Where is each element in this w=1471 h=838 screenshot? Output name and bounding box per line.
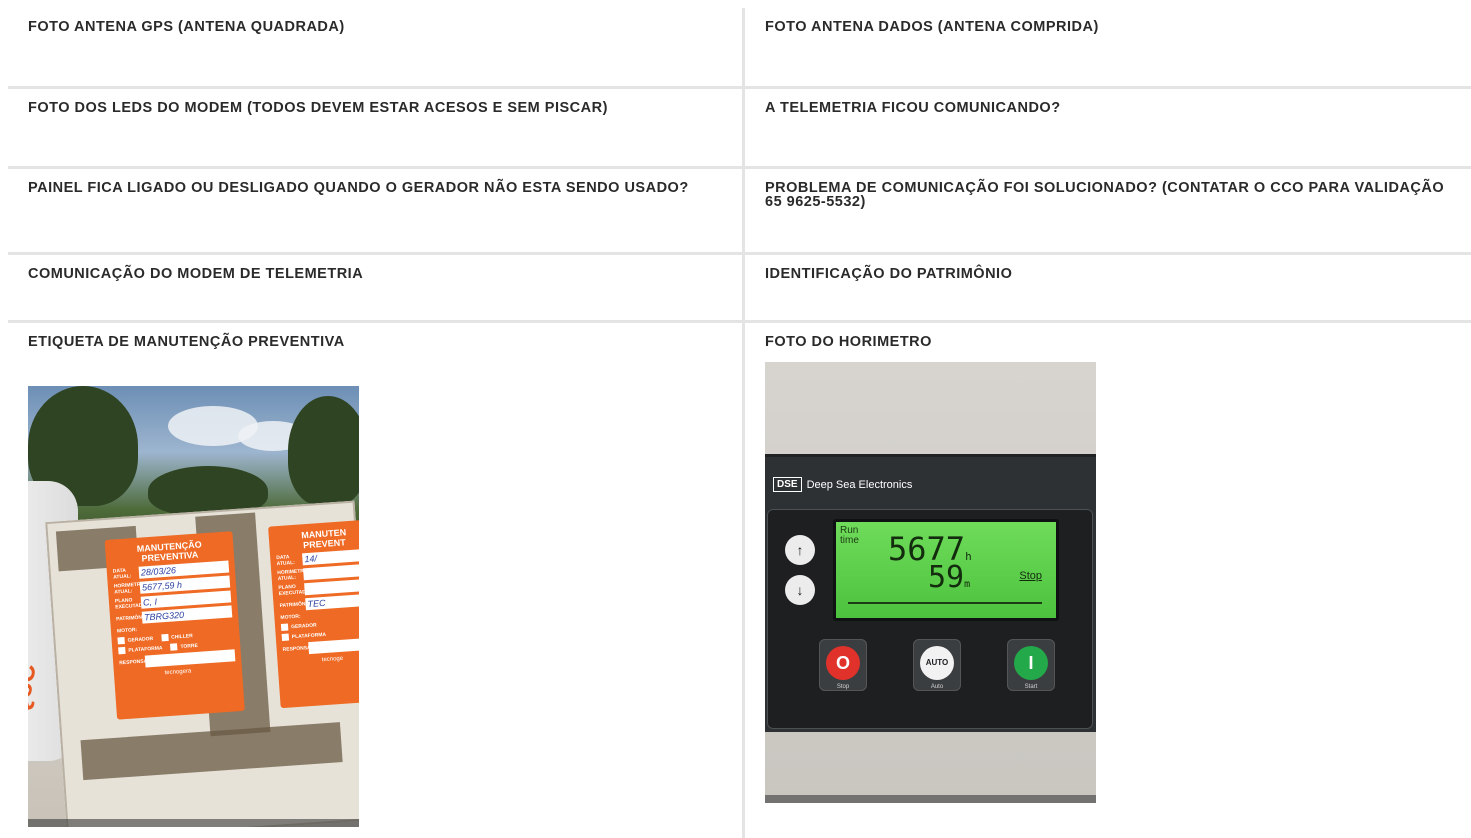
check-box <box>117 636 125 645</box>
sticker-key: DATA ATUAL: <box>276 554 296 568</box>
dse-logo-box: DSE <box>773 477 802 492</box>
sticker-value: TEC <box>305 593 359 611</box>
field-label: COMUNICAÇÃO DO MODEM DE TELEMETRIA <box>28 266 364 282</box>
arrow-up-icon: ↑ <box>785 535 815 565</box>
sticker-key: PLANO EXECUTADO: <box>114 597 149 611</box>
sticker-key: HORIMETRO ATUAL: <box>113 581 145 596</box>
check-box <box>281 633 290 641</box>
hour-meter-photo[interactable]: DSE Deep Sea Electronics ↑ ↓ Run time 56… <box>765 362 1096 803</box>
auto-icon: AUTO <box>920 646 954 680</box>
sticker-key: RESPONSÁVEL: <box>119 657 159 667</box>
photo-caption-strip <box>765 795 1096 803</box>
photo-caption-strip <box>28 819 359 827</box>
check-box <box>280 623 289 631</box>
sticker-key: PLATAFORMA <box>128 644 163 654</box>
lcd-label-line: time <box>840 535 859 546</box>
field-label: PAINEL FICA LIGADO OU DESLIGADO QUANDO O… <box>28 180 689 196</box>
lcd-label: Run time <box>840 526 859 546</box>
sticker-key: DATA ATUAL: <box>112 567 132 581</box>
maintenance-sticker: MANUTENÇÃO PREVENTIVA DATA ATUAL: 28/03/… <box>104 531 245 720</box>
field-label: FOTO ANTENA DADOS (ANTENA COMPRIDA) <box>765 19 1099 35</box>
stop-label: Stop <box>836 684 850 690</box>
sticker-key: TORRE <box>180 642 199 650</box>
field-label: FOTO ANTENA GPS (ANTENA QUADRADA) <box>28 19 345 35</box>
field-identificacao-patrimonio: IDENTIFICAÇÃO DO PATRIMÔNIO <box>745 255 1471 320</box>
sticker-key: PLANO EXECUTADO: <box>278 583 312 598</box>
field-painel-ligado: PAINEL FICA LIGADO OU DESLIGADO QUANDO O… <box>8 169 742 252</box>
sticker-value: 14/ <box>302 548 359 566</box>
field-antena-dados: FOTO ANTENA DADOS (ANTENA COMPRIDA) <box>745 8 1471 86</box>
glue-stain <box>80 722 343 781</box>
field-antena-gps: FOTO ANTENA GPS (ANTENA QUADRADA) <box>8 8 742 86</box>
start-label: Start <box>1024 684 1038 690</box>
minutes-unit: m <box>964 579 971 590</box>
field-comunicacao-modem: COMUNICAÇÃO DO MODEM DE TELEMETRIA <box>8 255 742 320</box>
field-etiqueta-manutencao: ETIQUETA DE MANUTENÇÃO PREVENTIVA EQ8C M… <box>8 323 742 838</box>
auto-button: AUTO Auto <box>913 639 961 691</box>
generator-controller: DSE Deep Sea Electronics ↑ ↓ Run time 56… <box>765 454 1096 732</box>
sticker-value <box>303 563 359 581</box>
check-box <box>160 633 169 642</box>
lcd-minutes: 59m <box>928 560 970 595</box>
stop-icon: O <box>826 646 860 680</box>
tree-shape <box>288 396 359 506</box>
maintenance-label-photo[interactable]: EQ8C MANUTENÇÃO PREVENTIVA DATA ATUAL: 2… <box>28 386 359 827</box>
check-box <box>118 646 126 655</box>
lcd-display: Run time 5677h 59m Stop <box>833 519 1059 621</box>
sticker-value <box>304 578 359 596</box>
sticker-key: PLATAFORMA <box>291 631 327 640</box>
maintenance-sticker: MANUTEN PREVENT DATA ATUAL: 14/ HORIMETR… <box>268 518 359 709</box>
field-label: FOTO DOS LEDS DO MODEM (TODOS DEVEM ESTA… <box>28 100 608 116</box>
field-problema-comunicacao: PROBLEMA DE COMUNICAÇÃO FOI SOLUCIONADO?… <box>745 169 1471 252</box>
sticker-key: RESPONSÁVEL: <box>282 644 323 653</box>
sticker-key: MOTOR: <box>280 613 301 622</box>
sticker-key: GERADOR <box>290 622 317 630</box>
lcd-circuit-line <box>848 602 1042 604</box>
field-label: ETIQUETA DE MANUTENÇÃO PREVENTIVA <box>28 334 345 350</box>
sticker-value <box>144 649 236 668</box>
controller-face: ↑ ↓ Run time 5677h 59m Stop O Stop AUTO … <box>767 509 1093 729</box>
lcd-stop-text: Stop <box>1019 570 1042 582</box>
start-button: I Start <box>1007 639 1055 691</box>
field-label: IDENTIFICAÇÃO DO PATRIMÔNIO <box>765 266 1013 282</box>
panel-board: MANUTENÇÃO PREVENTIVA DATA ATUAL: 28/03/… <box>45 500 359 827</box>
check-box <box>170 643 178 651</box>
sticker-key: MOTOR: <box>116 627 138 635</box>
auto-label: Auto <box>930 684 944 690</box>
field-label: PROBLEMA DE COMUNICAÇÃO FOI SOLUCIONADO?… <box>765 180 1445 210</box>
field-foto-horimetro: FOTO DO HORIMETRO DSE Deep Sea Electroni… <box>745 323 1471 838</box>
sticker-key: GERADOR <box>127 635 154 644</box>
stop-button: O Stop <box>819 639 867 691</box>
start-icon: I <box>1014 646 1048 680</box>
dse-logo: DSE Deep Sea Electronics <box>773 477 912 492</box>
field-label: A TELEMETRIA FICOU COMUNICANDO? <box>765 100 1061 116</box>
field-label: FOTO DO HORIMETRO <box>765 334 932 350</box>
minutes-value: 59 <box>928 560 965 595</box>
car-text: EQ8C <box>28 661 42 737</box>
field-telemetria-comunicando: A TELEMETRIA FICOU COMUNICANDO? <box>745 89 1471 166</box>
arrow-down-icon: ↓ <box>785 575 815 605</box>
form-grid: FOTO ANTENA GPS (ANTENA QUADRADA) FOTO A… <box>8 8 1471 838</box>
field-leds-modem: FOTO DOS LEDS DO MODEM (TODOS DEVEM ESTA… <box>8 89 742 166</box>
sticker-key: HORIMETRO ATUAL: <box>277 568 309 583</box>
sticker-key: PATRIMÔNIO: <box>115 614 150 623</box>
dse-brand-name: Deep Sea Electronics <box>806 478 913 491</box>
sticker-key: PATRIMÔNIO: <box>279 600 313 610</box>
sticker-value <box>308 637 359 655</box>
sticker-key: CHILLER <box>170 632 193 641</box>
